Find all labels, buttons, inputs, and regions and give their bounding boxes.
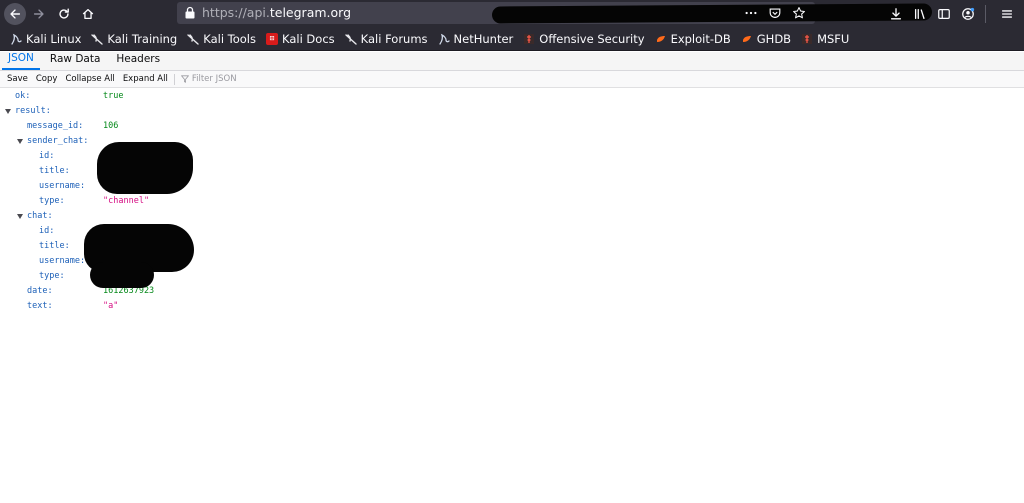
tab-json[interactable]: JSON: [2, 51, 40, 70]
lock-icon: [185, 6, 195, 19]
pocket-icon[interactable]: [767, 5, 783, 21]
bookmark-kali-forums[interactable]: Kali Forums: [344, 32, 428, 46]
bookmark-star-icon[interactable]: [791, 5, 807, 21]
page-actions-icon[interactable]: [743, 5, 759, 21]
json-key: username:: [39, 256, 86, 266]
json-key: id:: [39, 226, 55, 236]
json-value: "channel": [103, 196, 150, 206]
bookmark-kali-training[interactable]: Kali Training: [91, 32, 177, 46]
bookmark-kali-tools[interactable]: Kali Tools: [187, 32, 256, 46]
bookmark-ghdb[interactable]: GHDB: [741, 32, 791, 46]
bookmark-offensive-security[interactable]: Offensive Security: [523, 32, 645, 46]
reload-icon: [59, 8, 69, 19]
sidebar-button[interactable]: [933, 3, 955, 25]
json-key: type:: [39, 271, 65, 281]
json-row-sender-type[interactable]: type: "channel": [0, 194, 1024, 209]
json-key: result:: [15, 106, 51, 116]
json-key: ok:: [15, 91, 31, 101]
tab-headers[interactable]: Headers: [110, 51, 166, 70]
json-key: id:: [39, 151, 55, 161]
forward-button[interactable]: [28, 3, 50, 25]
json-key: text:: [27, 301, 53, 311]
bookmark-msfu[interactable]: MSFU: [801, 32, 849, 46]
url-text[interactable]: https://api.telegram.org: [202, 5, 351, 20]
json-row-message-id[interactable]: message_id: 106: [0, 119, 1024, 134]
hamburger-menu-icon: [1001, 10, 1013, 18]
account-button[interactable]: [957, 3, 979, 25]
address-bar[interactable]: https://api.telegram.org: [177, 2, 933, 24]
json-key: chat:: [27, 211, 53, 221]
account-icon: [962, 7, 975, 20]
json-value: "a": [103, 301, 119, 311]
json-row-text[interactable]: text: "a": [0, 299, 1024, 314]
redaction-blob: [97, 142, 193, 194]
expand-triangle-icon[interactable]: [17, 214, 23, 219]
download-icon: [890, 8, 902, 20]
json-key: date:: [27, 286, 53, 296]
json-key: type:: [39, 196, 65, 206]
expand-triangle-icon[interactable]: [17, 139, 23, 144]
downloads-button[interactable]: [885, 3, 907, 25]
kali-dragon-icon: [91, 33, 104, 45]
json-key: title:: [39, 241, 70, 251]
kali-dragon-icon: [10, 33, 22, 45]
json-row-date[interactable]: date: 1612637923: [0, 284, 1024, 299]
expand-triangle-icon[interactable]: [5, 109, 11, 114]
json-value: 106: [103, 121, 119, 131]
collapse-all-button[interactable]: Collapse All: [65, 74, 114, 84]
json-key: sender_chat:: [27, 136, 89, 146]
json-toolbar: Save Copy Collapse All Expand All Filter…: [0, 71, 1024, 88]
exploit-db-icon: [655, 33, 667, 45]
bookmark-exploit-db[interactable]: Exploit-DB: [655, 32, 731, 46]
filter-icon: [180, 75, 189, 83]
bookmark-kali-docs[interactable]: ⊡ Kali Docs: [266, 32, 335, 46]
library-icon: [914, 8, 925, 20]
copy-button[interactable]: Copy: [36, 74, 58, 84]
sidebar-icon: [938, 9, 950, 19]
kali-dragon-icon: [187, 33, 199, 45]
toolbar-divider: [173, 73, 175, 85]
menu-button[interactable]: [996, 3, 1018, 25]
bookmarks-toolbar: Kali Linux Kali Training Kali Tools ⊡ Ka…: [0, 27, 1024, 51]
bookmark-nethunter[interactable]: NetHunter: [438, 32, 513, 46]
json-tree: ok: true result: message_id: 106 sender_…: [0, 89, 1024, 314]
kali-dragon-icon: [344, 33, 357, 45]
toolbar-separator: [985, 5, 986, 23]
redaction-blob: [90, 262, 154, 288]
home-button[interactable]: [77, 3, 99, 25]
kali-dragon-icon: [438, 33, 450, 45]
offsec-icon: [801, 33, 813, 45]
home-icon: [82, 8, 94, 20]
filter-json-input[interactable]: Filter JSON: [180, 74, 237, 84]
json-key: message_id:: [27, 121, 84, 131]
browser-navbar: https://api.telegram.org: [0, 0, 1024, 27]
json-key: title:: [39, 166, 70, 176]
library-button[interactable]: [909, 3, 931, 25]
expand-all-button[interactable]: Expand All: [123, 74, 168, 84]
json-row-ok[interactable]: ok: true: [0, 89, 1024, 104]
arrow-left-icon: [10, 9, 21, 19]
save-button[interactable]: Save: [7, 74, 28, 84]
kali-docs-icon: ⊡: [266, 32, 278, 45]
json-value: true: [103, 91, 124, 101]
json-viewer-tabs: JSON Raw Data Headers: [0, 52, 1024, 71]
offsec-icon: [523, 33, 535, 45]
url-redaction: [491, 3, 933, 24]
json-row-chat[interactable]: chat:: [0, 209, 1024, 224]
arrow-right-icon: [33, 9, 44, 19]
bookmark-kali-linux[interactable]: Kali Linux: [10, 32, 81, 46]
exploit-db-icon: [741, 33, 753, 45]
json-row-result[interactable]: result:: [0, 104, 1024, 119]
reload-button[interactable]: [53, 3, 75, 25]
json-key: username:: [39, 181, 86, 191]
back-button[interactable]: [4, 3, 26, 25]
tab-raw-data[interactable]: Raw Data: [44, 51, 107, 70]
